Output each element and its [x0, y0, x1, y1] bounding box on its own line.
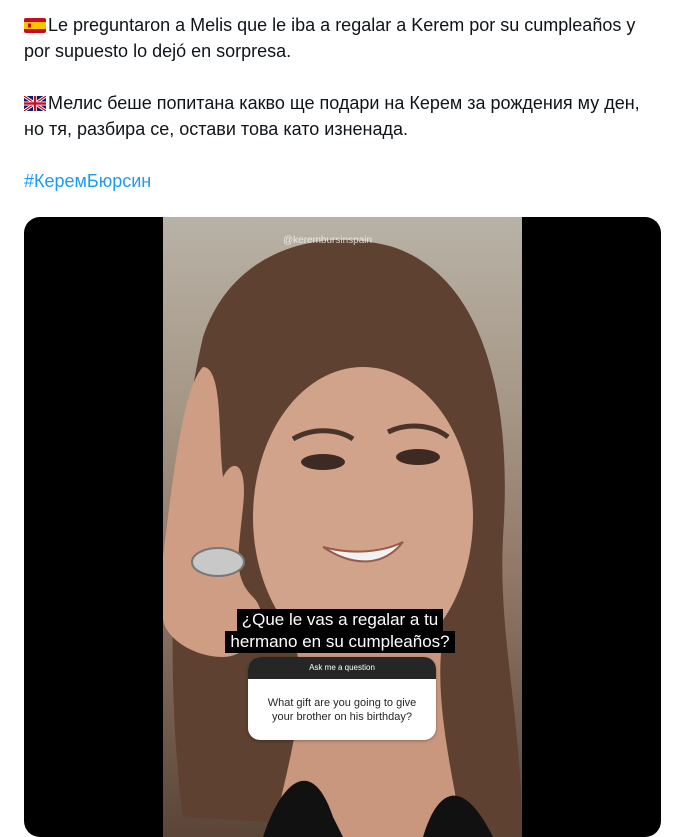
spanish-text: Le preguntaron a Melis que le iba a rega…	[24, 15, 636, 61]
video-frame[interactable]: @kerembursinspain ¿Que le vas a regalar …	[163, 217, 522, 837]
spanish-paragraph: Le preguntaron a Melis que le iba a rega…	[24, 12, 664, 64]
video-caption: ¿Que le vas a regalar a tu hermano en su…	[205, 609, 475, 653]
tweet-text: Le preguntaron a Melis que le iba a rega…	[24, 12, 664, 194]
video-player[interactable]: @kerembursinspain ¿Que le vas a regalar …	[24, 217, 661, 837]
question-sticker: Ask me a question What gift are you goin…	[248, 657, 436, 740]
spain-flag-icon	[24, 18, 46, 33]
bulgarian-text: Мелис беше попитана какво ще подари на К…	[24, 93, 640, 139]
question-text: What gift are you going to give your bro…	[267, 697, 417, 723]
video-watermark: @kerembursinspain	[283, 235, 373, 246]
bulgarian-paragraph: Мелис беше попитана какво ще подари на К…	[24, 90, 664, 142]
question-header: Ask me a question	[248, 657, 436, 679]
uk-flag-icon	[24, 96, 46, 111]
video-image	[163, 239, 522, 837]
hashtag-link[interactable]: #КеремБюрсин	[24, 168, 151, 194]
caption-line-1: ¿Que le vas a regalar a tu	[236, 609, 444, 631]
caption-line-2: hermano en su cumpleaños?	[225, 631, 455, 653]
